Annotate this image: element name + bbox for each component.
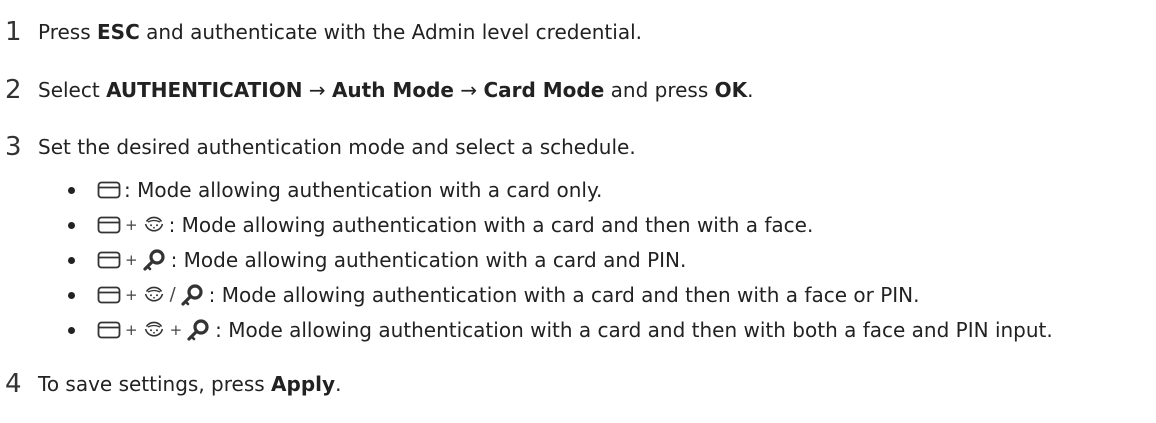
card-icon — [97, 216, 121, 234]
mode-icons: + : Mode allowing authentication with a … — [97, 210, 813, 240]
plus-separator: + — [169, 320, 183, 339]
menu-authentication: AUTHENTICATION — [106, 78, 303, 102]
mode-description: : Mode allowing authentication with a ca… — [170, 248, 687, 272]
bullet-dot — [68, 186, 75, 194]
card-icon — [97, 321, 121, 339]
key-icon — [186, 317, 212, 343]
bullet-dot — [68, 256, 75, 264]
step-number-4: 4 — [5, 369, 22, 399]
step-2-part-0: Select — [38, 78, 107, 102]
plus-separator: + — [125, 320, 138, 339]
menu-auth-mode: Auth Mode — [331, 78, 454, 102]
step-4-part-0: To save settings, press — [38, 372, 272, 396]
step-2-part-8: . — [747, 78, 754, 102]
or-separator: / — [169, 284, 176, 305]
bullet-dot — [68, 326, 75, 334]
step-4-text: To save settings, press Apply. — [38, 374, 341, 394]
step-1-part-0: Press — [38, 20, 97, 44]
step-1-text: Press ESC and authenticate with the Admi… — [38, 22, 642, 42]
step-3-text: Set the desired authentication mode and … — [38, 137, 636, 157]
step-number-1: 1 — [5, 17, 22, 47]
face-icon — [142, 213, 166, 237]
key-icon — [180, 282, 206, 308]
step-3-part-0: Set the desired authentication mode and … — [38, 135, 636, 159]
mode-description: : Mode allowing authentication with a ca… — [208, 283, 920, 307]
esc-key-label: ESC — [97, 20, 140, 44]
step-number-3: 3 — [5, 132, 22, 162]
mode-description: : Mode allowing authentication with a ca… — [124, 178, 603, 202]
card-icon — [97, 251, 121, 269]
face-icon — [142, 318, 166, 342]
arrow-2: → — [453, 78, 484, 102]
card-icon — [97, 286, 121, 304]
bullet-dot — [68, 221, 75, 229]
mode-icons: + : Mode allowing authentication with a … — [97, 245, 686, 275]
arrow-1: → — [302, 78, 332, 102]
menu-card-mode: Card Mode — [483, 78, 605, 102]
step-2-part-6: and press — [604, 78, 715, 102]
plus-separator: + — [125, 215, 138, 234]
step-number-2: 2 — [5, 75, 22, 105]
step-1-part-2: and authenticate with the Admin level cr… — [139, 20, 642, 44]
step-2-text: Select AUTHENTICATION → Auth Mode → Card… — [38, 80, 753, 100]
mode-description: : Mode allowing authentication with a ca… — [215, 318, 1053, 342]
ok-button-label: OK — [714, 78, 748, 102]
mode-description: : Mode allowing authentication with a ca… — [168, 213, 814, 237]
step-4-part-2: . — [335, 372, 342, 396]
mode-icons: + / : Mode allowing authentication with … — [97, 280, 919, 310]
mode-icons: : Mode allowing authentication with a ca… — [97, 175, 602, 205]
bullet-dot — [68, 291, 75, 299]
apply-button-label: Apply — [271, 372, 336, 396]
face-icon — [142, 283, 166, 307]
plus-separator: + — [125, 285, 138, 304]
mode-icons: + + : Mode allowing authentication with … — [97, 315, 1053, 345]
card-icon — [97, 181, 121, 199]
plus-separator: + — [125, 250, 138, 269]
key-icon — [142, 247, 168, 273]
